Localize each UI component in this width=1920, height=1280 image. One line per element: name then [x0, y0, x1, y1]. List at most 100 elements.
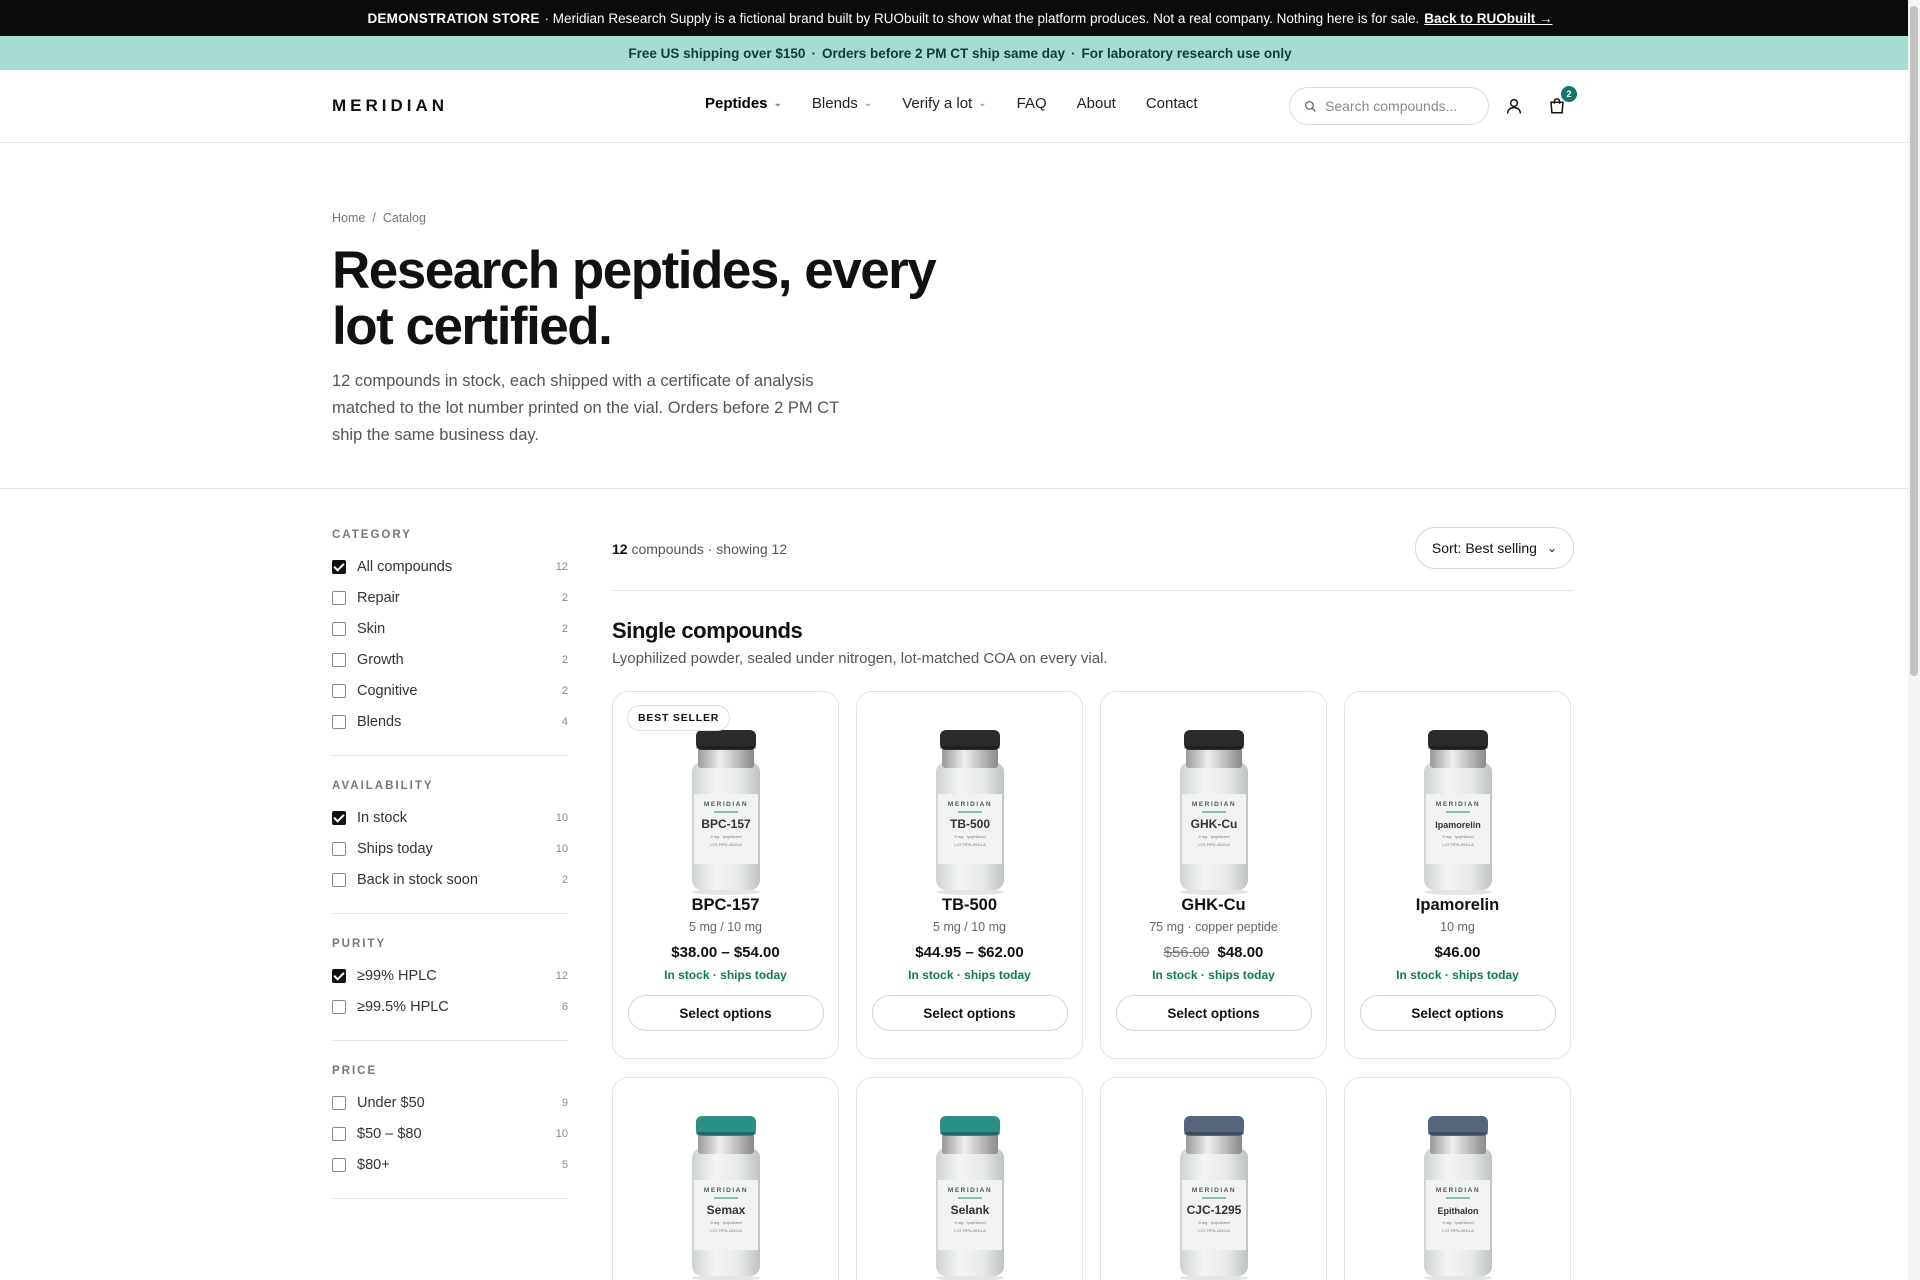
filter-label: ≥99% HPLC — [357, 967, 437, 984]
back-link[interactable]: Back to RUObuilt → — [1424, 11, 1552, 26]
select-options-button[interactable]: Select options — [1115, 995, 1312, 1031]
account-icon[interactable] — [1502, 94, 1526, 118]
checkbox[interactable] — [332, 1095, 346, 1110]
section-subtitle: Lyophilized powder, sealed under nitroge… — [612, 650, 1108, 667]
filter-label: $80+ — [357, 1156, 390, 1173]
filter-option[interactable]: ≥99.5% HPLC 6 — [332, 991, 568, 1022]
checkbox[interactable] — [332, 621, 346, 636]
filter-option[interactable]: $80+ 5 — [332, 1149, 568, 1180]
vial-compound: TB-500 — [949, 817, 989, 831]
breadcrumb-current: Catalog — [382, 211, 426, 225]
product-image[interactable]: MERIDIAN Semax 5 mg · lyophilized LOT RP… — [613, 1078, 838, 1280]
product-card[interactable]: MERIDIAN GHK-Cu 5 mg · lyophilized LOT R… — [1100, 691, 1327, 1059]
product-image[interactable]: MERIDIAN Epithalon 5 mg · lyophilized LO… — [1345, 1078, 1570, 1280]
checkbox[interactable] — [332, 1157, 346, 1172]
select-options-button[interactable]: Select options — [871, 995, 1068, 1031]
select-options-button[interactable]: Select options — [1359, 995, 1556, 1031]
current-price: $44.95 – $62.00 — [915, 944, 1024, 961]
nav-about[interactable]: About — [1077, 95, 1116, 112]
filter-count: 10 — [555, 1127, 568, 1140]
checkbox[interactable] — [332, 559, 346, 574]
filter-count: 2 — [561, 684, 568, 697]
sort-select[interactable]: Sort: Best selling ⌄ — [1414, 527, 1574, 569]
demo-text: · Meridian Research Supply is a fictiona… — [544, 10, 1420, 26]
current-price: $46.00 — [1434, 944, 1481, 961]
product-card[interactable]: MERIDIAN CJC-1295 5 mg · lyophilized LOT… — [1100, 1077, 1327, 1280]
vial-line: 5 mg · lyophilized — [1442, 834, 1473, 839]
best-seller-badge: BEST SELLER — [627, 705, 731, 731]
product-image[interactable]: MERIDIAN Ipamorelin 5 mg · lyophilized L… — [1345, 692, 1570, 902]
checkbox[interactable] — [332, 872, 346, 887]
filter-option[interactable]: Under $50 9 — [332, 1087, 568, 1118]
breadcrumb-separator: / — [372, 211, 376, 225]
product-name[interactable]: GHK-Cu — [1101, 896, 1326, 915]
filter-option[interactable]: Back in stock soon 2 — [332, 864, 568, 895]
product-card[interactable]: MERIDIAN Selank 5 mg · lyophilized LOT R… — [856, 1077, 1083, 1280]
checkbox[interactable] — [332, 999, 346, 1014]
checkbox[interactable] — [332, 810, 346, 825]
chevron-down-icon: ⌄ — [773, 98, 782, 109]
search-box[interactable] — [1289, 87, 1489, 125]
product-name[interactable]: Ipamorelin — [1345, 896, 1570, 915]
nav-verify-lot[interactable]: Verify a lot ⌄ — [902, 95, 986, 112]
breadcrumb-home[interactable]: Home — [332, 211, 365, 225]
vial-image: MERIDIAN TB-500 5 mg · lyophilized LOT R… — [935, 730, 1004, 895]
vial-image: MERIDIAN GHK-Cu 5 mg · lyophilized LOT R… — [1179, 730, 1248, 895]
product-card[interactable]: MERIDIAN TB-500 5 mg · lyophilized LOT R… — [856, 691, 1083, 1059]
filter-count: 2 — [561, 873, 568, 886]
promo-separator: · — [811, 45, 816, 61]
filter-option[interactable]: ≥99% HPLC 12 — [332, 960, 568, 991]
product-card[interactable]: MERIDIAN Epithalon 5 mg · lyophilized LO… — [1344, 1077, 1571, 1280]
checkbox[interactable] — [332, 590, 346, 605]
nav-peptides[interactable]: Peptides ⌄ — [705, 95, 782, 112]
filter-heading: CATEGORY — [332, 529, 412, 541]
checkbox[interactable] — [332, 968, 346, 983]
vial-compound: Epithalon — [1437, 1206, 1478, 1216]
product-image[interactable]: MERIDIAN TB-500 5 mg · lyophilized LOT R… — [857, 692, 1082, 902]
demo-banner: DEMONSTRATION STORE · Meridian Research … — [0, 0, 1920, 36]
product-name[interactable]: BPC-157 — [613, 896, 838, 915]
product-image[interactable]: MERIDIAN CJC-1295 5 mg · lyophilized LOT… — [1101, 1078, 1326, 1280]
product-spec: 5 mg / 10 mg — [933, 920, 1006, 934]
vial-compound: Selank — [950, 1203, 989, 1217]
product-card[interactable]: BEST SELLER MERIDIAN BPC-157 5 mg · lyop… — [612, 691, 839, 1059]
select-options-button[interactable]: Select options — [627, 995, 824, 1031]
product-image[interactable]: MERIDIAN GHK-Cu 5 mg · lyophilized LOT R… — [1101, 692, 1326, 902]
nav-contact[interactable]: Contact — [1146, 95, 1198, 112]
search-input[interactable] — [1325, 98, 1465, 114]
checkbox[interactable] — [332, 841, 346, 856]
filter-option[interactable]: Cognitive 2 — [332, 675, 568, 706]
filter-option[interactable]: Ships today 10 — [332, 833, 568, 864]
logo[interactable]: MERIDIAN — [332, 96, 448, 116]
filter-option[interactable]: Skin 2 — [332, 613, 568, 644]
vial-lot: LOT RPD-2610-A — [710, 1228, 742, 1233]
filter-option[interactable]: Growth 2 — [332, 644, 568, 675]
checkbox[interactable] — [332, 1126, 346, 1141]
nav-blends[interactable]: Blends ⌄ — [812, 95, 872, 112]
page-title: Research peptides, every lot certified. — [332, 241, 937, 356]
filter-option[interactable]: $50 – $80 10 — [332, 1118, 568, 1149]
filter-label: Cognitive — [357, 682, 418, 699]
vial-image: MERIDIAN BPC-157 5 mg · lyophilized LOT … — [691, 730, 760, 895]
product-card[interactable]: MERIDIAN Semax 5 mg · lyophilized LOT RP… — [612, 1077, 839, 1280]
vial-brand: MERIDIAN — [1435, 1187, 1479, 1194]
product-image[interactable]: MERIDIAN Selank 5 mg · lyophilized LOT R… — [857, 1078, 1082, 1280]
vial-brand: MERIDIAN — [1191, 801, 1235, 808]
filter-option[interactable]: In stock 10 — [332, 802, 568, 833]
filter-option[interactable]: Repair 2 — [332, 582, 568, 613]
vial-image: MERIDIAN Epithalon 5 mg · lyophilized LO… — [1423, 1116, 1492, 1280]
product-name[interactable]: TB-500 — [857, 896, 1082, 915]
cart-icon[interactable]: 2 — [1545, 86, 1577, 118]
checkbox[interactable] — [332, 683, 346, 698]
nav-faq[interactable]: FAQ — [1017, 95, 1047, 112]
filter-option[interactable]: Blends 4 — [332, 706, 568, 737]
scrollbar-thumb[interactable] — [1910, 6, 1918, 676]
product-card[interactable]: MERIDIAN Ipamorelin 5 mg · lyophilized L… — [1344, 691, 1571, 1059]
filter-option[interactable]: All compounds 12 — [332, 551, 568, 582]
vial-lot: LOT RPD-2610-A — [1198, 842, 1230, 847]
filter-label: All compounds — [357, 558, 453, 575]
checkbox[interactable] — [332, 652, 346, 667]
vial-line: 5 mg · lyophilized — [1198, 1220, 1229, 1225]
checkbox[interactable] — [332, 714, 346, 729]
page-scrollbar[interactable] — [1908, 0, 1920, 1280]
